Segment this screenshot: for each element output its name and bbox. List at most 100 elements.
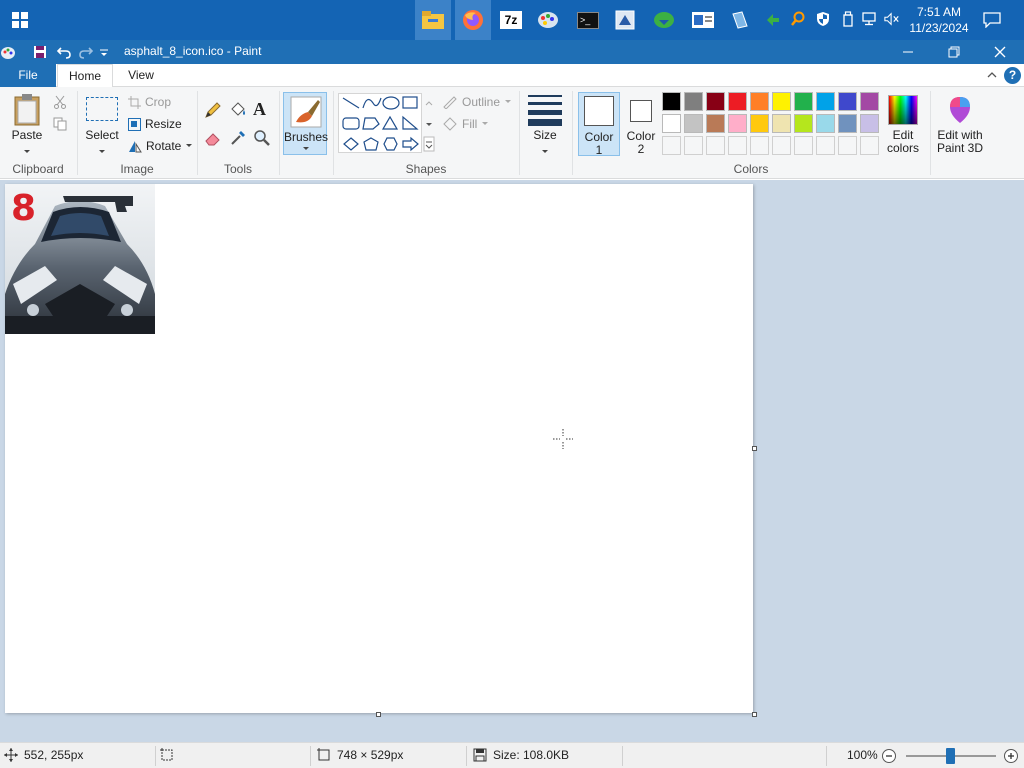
eraser-icon[interactable] xyxy=(204,129,222,147)
zoom-out-button[interactable] xyxy=(881,748,897,764)
size-icon[interactable] xyxy=(528,95,562,126)
palette-swatch-empty[interactable] xyxy=(750,136,769,155)
app-book-icon[interactable] xyxy=(722,0,758,40)
canvas-workspace[interactable]: 8 xyxy=(0,180,1024,742)
select-button[interactable]: Select xyxy=(82,129,122,142)
size-dropdown-icon[interactable] xyxy=(541,144,549,153)
paste-dropdown-icon[interactable] xyxy=(23,144,31,153)
palette-swatch[interactable] xyxy=(728,114,747,133)
pencil-icon[interactable] xyxy=(204,101,222,119)
crop-button[interactable]: Crop xyxy=(128,95,171,109)
paint-palette-icon[interactable] xyxy=(530,0,566,40)
terminal-icon[interactable]: >_ xyxy=(570,0,606,40)
file-explorer-icon[interactable] xyxy=(415,0,451,40)
edit-with-paint3d-button[interactable]: Edit with Paint 3D xyxy=(934,129,986,155)
notifications-icon[interactable] xyxy=(983,11,1001,29)
palette-swatch[interactable] xyxy=(750,92,769,111)
paint-app-icon[interactable] xyxy=(0,44,16,60)
fill-bucket-icon[interactable] xyxy=(229,101,247,119)
copy-icon[interactable] xyxy=(53,117,67,131)
volume-muted-icon[interactable] xyxy=(884,11,900,27)
palette-swatch[interactable] xyxy=(772,114,791,133)
palette-swatch[interactable] xyxy=(750,114,769,133)
palette-swatch[interactable] xyxy=(794,92,813,111)
tab-view[interactable]: View xyxy=(115,64,167,87)
tab-home[interactable]: Home xyxy=(57,64,113,88)
tab-file[interactable]: File xyxy=(0,64,56,87)
search-icon[interactable] xyxy=(790,11,806,27)
resize-handle-bottom[interactable] xyxy=(376,712,381,717)
palette-swatch-empty[interactable] xyxy=(794,136,813,155)
palette-swatch-empty[interactable] xyxy=(838,136,857,155)
palette-swatch-empty[interactable] xyxy=(706,136,725,155)
palette-swatch[interactable] xyxy=(794,114,813,133)
resize-button[interactable]: Resize xyxy=(128,117,182,131)
size-button[interactable]: Size xyxy=(525,129,565,142)
magnifier-icon[interactable] xyxy=(253,129,271,147)
palette-swatch[interactable] xyxy=(772,92,791,111)
resize-handle-right[interactable] xyxy=(752,446,757,451)
edit-colors-icon[interactable] xyxy=(888,95,918,125)
cut-icon[interactable] xyxy=(53,95,67,109)
windows-start-icon[interactable] xyxy=(2,0,38,40)
7zip-icon[interactable]: 7z xyxy=(493,0,529,40)
color2-button[interactable]: Color 2 xyxy=(621,92,661,156)
text-tool-icon[interactable]: A xyxy=(253,99,271,119)
palette-swatch-empty[interactable] xyxy=(772,136,791,155)
select-icon[interactable] xyxy=(86,97,118,121)
palette-swatch[interactable] xyxy=(860,92,879,111)
app-window-icon[interactable] xyxy=(607,0,643,40)
palette-swatch[interactable] xyxy=(706,92,725,111)
palette-swatch-empty[interactable] xyxy=(860,136,879,155)
palette-swatch[interactable] xyxy=(816,92,835,111)
network-sync-icon[interactable] xyxy=(765,11,781,27)
close-button[interactable] xyxy=(977,40,1023,64)
minimize-ribbon-icon[interactable] xyxy=(986,68,998,82)
outline-button[interactable]: Outline xyxy=(442,95,512,109)
palette-swatch[interactable] xyxy=(684,114,703,133)
download-manager-icon[interactable] xyxy=(646,0,682,40)
palette-swatch[interactable] xyxy=(838,92,857,111)
resize-handle-corner[interactable] xyxy=(752,712,757,717)
fill-button[interactable]: Fill xyxy=(442,117,489,131)
zoom-slider-thumb[interactable] xyxy=(946,748,955,764)
palette-swatch[interactable] xyxy=(706,114,725,133)
usb-device-icon[interactable] xyxy=(840,11,856,27)
zoom-in-button[interactable] xyxy=(1003,748,1019,764)
palette-swatch[interactable] xyxy=(838,114,857,133)
paste-icon[interactable] xyxy=(12,93,42,127)
edit-colors-button[interactable]: Edit colors xyxy=(880,129,926,155)
quick-access-dropdown-icon[interactable] xyxy=(98,44,110,60)
rotate-button[interactable]: Rotate xyxy=(128,139,193,153)
palette-swatch[interactable] xyxy=(816,114,835,133)
firefox-icon[interactable] xyxy=(455,0,491,40)
palette-swatch[interactable] xyxy=(662,114,681,133)
brushes-button[interactable]: Brushes xyxy=(283,92,328,155)
taskbar-clock[interactable]: 7:51 AM 11/23/2024 xyxy=(900,4,978,36)
maximize-button[interactable] xyxy=(931,40,977,64)
help-icon[interactable]: ? xyxy=(1004,67,1021,84)
palette-swatch[interactable] xyxy=(860,114,879,133)
drawing-canvas[interactable]: 8 xyxy=(5,184,753,713)
paint3d-icon[interactable] xyxy=(946,95,974,125)
color1-button[interactable]: Color 1 xyxy=(578,92,620,157)
shapes-scrollbar[interactable] xyxy=(423,93,435,153)
palette-swatch-empty[interactable] xyxy=(728,136,747,155)
app-card-icon[interactable] xyxy=(685,0,721,40)
palette-swatch-empty[interactable] xyxy=(684,136,703,155)
palette-swatch[interactable] xyxy=(728,92,747,111)
network-icon[interactable] xyxy=(862,11,878,27)
paste-button[interactable]: Paste xyxy=(8,129,46,142)
undo-icon[interactable] xyxy=(56,44,72,60)
palette-swatch-empty[interactable] xyxy=(662,136,681,155)
redo-icon[interactable] xyxy=(78,44,94,60)
shield-icon[interactable] xyxy=(815,11,831,27)
color-picker-icon[interactable] xyxy=(229,129,247,147)
select-dropdown-icon[interactable] xyxy=(98,144,106,153)
palette-swatch-empty[interactable] xyxy=(816,136,835,155)
palette-swatch[interactable] xyxy=(662,92,681,111)
shapes-gallery[interactable] xyxy=(338,93,422,153)
save-icon[interactable] xyxy=(32,44,48,60)
minimize-button[interactable] xyxy=(885,40,931,64)
palette-swatch[interactable] xyxy=(684,92,703,111)
